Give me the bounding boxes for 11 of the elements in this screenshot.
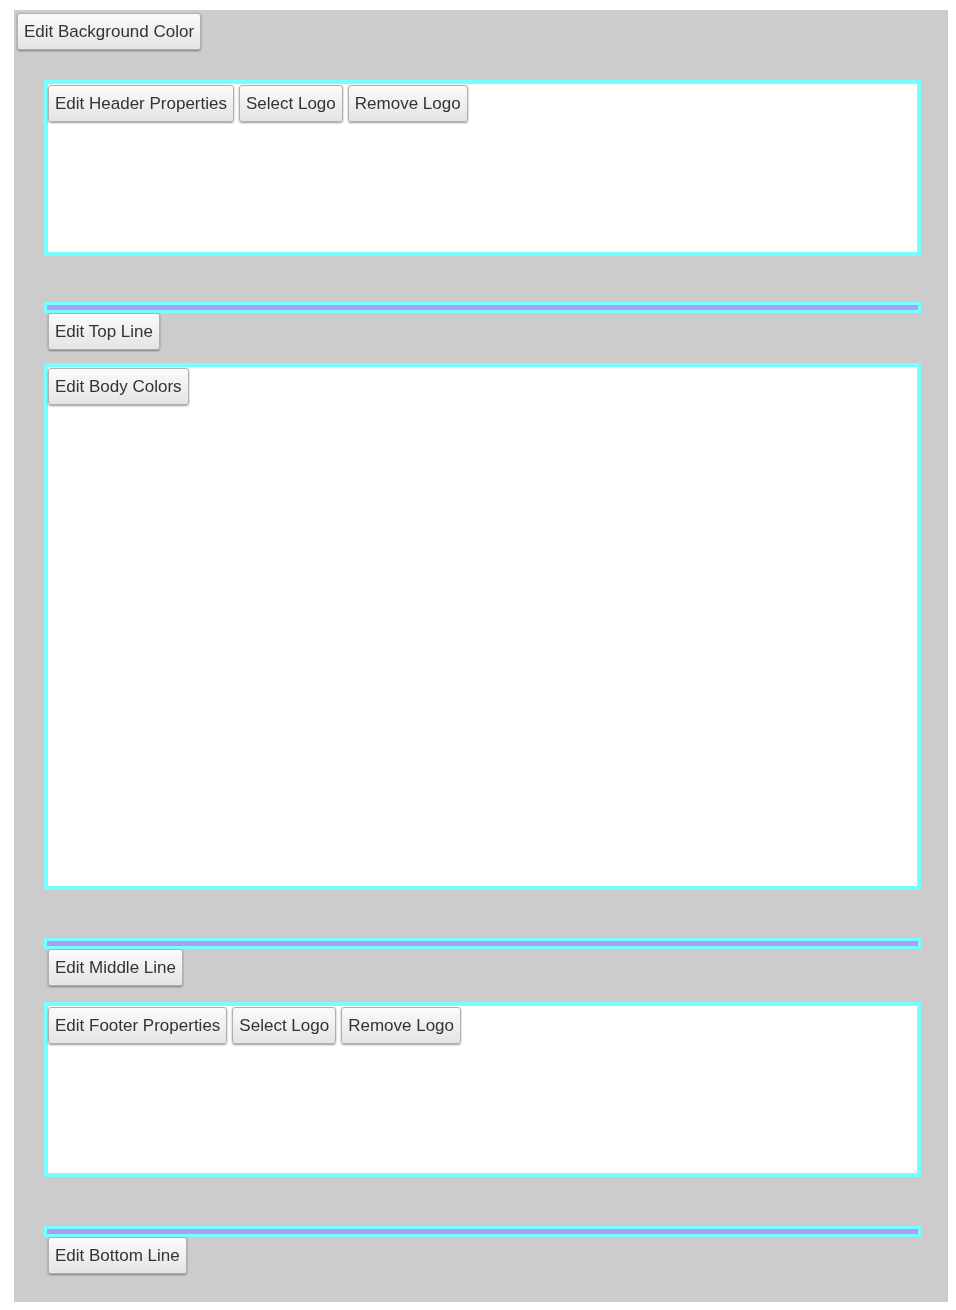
edit-line-button[interactable]: Edit Top Line bbox=[48, 313, 160, 350]
select-logo-button[interactable]: Select Logo bbox=[232, 1007, 337, 1044]
select-logo-button[interactable]: Select Logo bbox=[239, 85, 343, 122]
remove-logo-button[interactable]: Remove Logo bbox=[341, 1007, 461, 1044]
edit-colors-button[interactable]: Edit Body Colors bbox=[48, 368, 189, 405]
edit-properties-button[interactable]: Edit Header Properties bbox=[48, 85, 234, 122]
remove-logo-button[interactable]: Remove Logo bbox=[347, 85, 468, 122]
edit-properties-button[interactable]: Edit Footer Properties bbox=[48, 1007, 228, 1044]
edit-line-button[interactable]: Edit Middle Line bbox=[48, 949, 183, 986]
edit-background-color-button[interactable]: Edit Background Color bbox=[17, 13, 202, 50]
edit-line-button[interactable]: Edit Bottom Line bbox=[48, 1237, 187, 1274]
